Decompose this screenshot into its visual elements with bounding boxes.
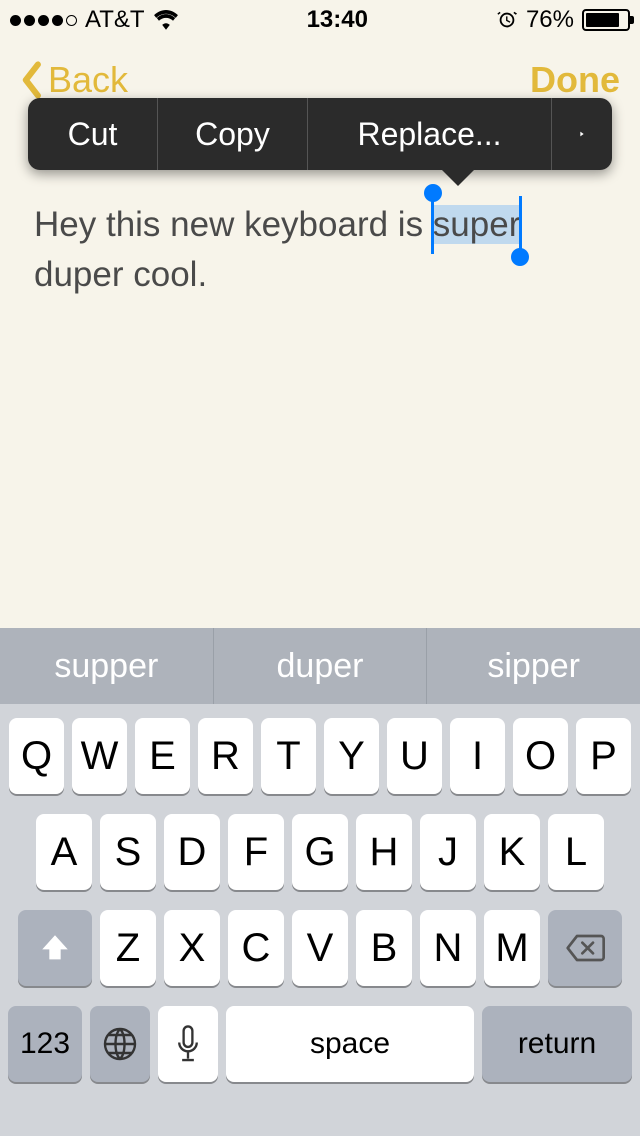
key-c[interactable]: C — [228, 910, 284, 986]
quicktype-bar: supper duper sipper — [0, 628, 640, 704]
key-s[interactable]: S — [100, 814, 156, 890]
key-u[interactable]: U — [387, 718, 442, 794]
suggestion-3[interactable]: sipper — [427, 628, 640, 704]
key-q[interactable]: Q — [9, 718, 64, 794]
key-d[interactable]: D — [164, 814, 220, 890]
numbers-key[interactable]: 123 — [8, 1006, 82, 1082]
suggestion-2[interactable]: duper — [214, 628, 428, 704]
keyboard-row-2: A S D F G H J K L — [8, 814, 632, 890]
suggestion-1[interactable]: supper — [0, 628, 214, 704]
backspace-key[interactable] — [548, 910, 622, 986]
key-z[interactable]: Z — [100, 910, 156, 986]
keyboard-row-3: Z X C V B N M — [8, 910, 632, 986]
key-o[interactable]: O — [513, 718, 568, 794]
keyboard-row-4: 123 space return — [8, 1006, 632, 1082]
key-i[interactable]: I — [450, 718, 505, 794]
battery-icon — [582, 9, 630, 31]
shift-key[interactable] — [18, 910, 92, 986]
carrier-label: AT&T — [85, 6, 145, 34]
replace-button[interactable]: Replace... — [308, 98, 552, 170]
key-e[interactable]: E — [135, 718, 190, 794]
status-time: 13:40 — [307, 6, 368, 34]
globe-icon — [102, 1026, 138, 1062]
triangle-right-icon — [580, 122, 584, 146]
copy-button[interactable]: Copy — [158, 98, 308, 170]
cut-button[interactable]: Cut — [28, 98, 158, 170]
key-w[interactable]: W — [72, 718, 127, 794]
wifi-icon — [153, 7, 179, 33]
note-text-before: Hey this new keyboard is — [34, 205, 433, 244]
alarm-icon — [496, 9, 518, 31]
key-t[interactable]: T — [261, 718, 316, 794]
selection-handle-end[interactable] — [511, 248, 529, 266]
key-y[interactable]: Y — [324, 718, 379, 794]
key-v[interactable]: V — [292, 910, 348, 986]
key-x[interactable]: X — [164, 910, 220, 986]
chevron-left-icon — [20, 61, 42, 99]
key-g[interactable]: G — [292, 814, 348, 890]
back-button[interactable]: Back — [20, 59, 128, 101]
more-menu-button[interactable] — [552, 98, 612, 170]
key-a[interactable]: A — [36, 814, 92, 890]
space-key[interactable]: space — [226, 1006, 474, 1082]
key-r[interactable]: R — [198, 718, 253, 794]
microphone-icon — [176, 1025, 200, 1063]
back-label: Back — [48, 59, 128, 101]
key-k[interactable]: K — [484, 814, 540, 890]
done-button[interactable]: Done — [530, 59, 620, 101]
backspace-icon — [565, 933, 605, 963]
note-text-after: duper cool. — [34, 255, 207, 294]
key-p[interactable]: P — [576, 718, 631, 794]
status-bar: AT&T 13:40 76% — [0, 0, 640, 40]
keyboard-row-1: Q W E R T Y U I O P — [8, 718, 632, 794]
signal-strength-icon — [10, 15, 77, 26]
shift-icon — [38, 931, 72, 965]
key-m[interactable]: M — [484, 910, 540, 986]
key-j[interactable]: J — [420, 814, 476, 890]
globe-key[interactable] — [90, 1006, 150, 1082]
battery-percentage: 76% — [526, 6, 574, 34]
text-edit-menu: Cut Copy Replace... — [28, 98, 612, 170]
key-b[interactable]: B — [356, 910, 412, 986]
key-f[interactable]: F — [228, 814, 284, 890]
text-selection[interactable]: super — [433, 200, 521, 250]
dictation-key[interactable] — [158, 1006, 218, 1082]
selection-handle-start[interactable] — [424, 184, 442, 202]
selected-text: super — [433, 205, 521, 244]
keyboard: supper duper sipper Q W E R T Y U I O P … — [0, 628, 640, 1136]
key-l[interactable]: L — [548, 814, 604, 890]
key-n[interactable]: N — [420, 910, 476, 986]
note-body[interactable]: Hey this new keyboard is super duper coo… — [34, 200, 606, 299]
edit-menu-pointer — [440, 168, 476, 186]
key-h[interactable]: H — [356, 814, 412, 890]
return-key[interactable]: return — [482, 1006, 632, 1082]
